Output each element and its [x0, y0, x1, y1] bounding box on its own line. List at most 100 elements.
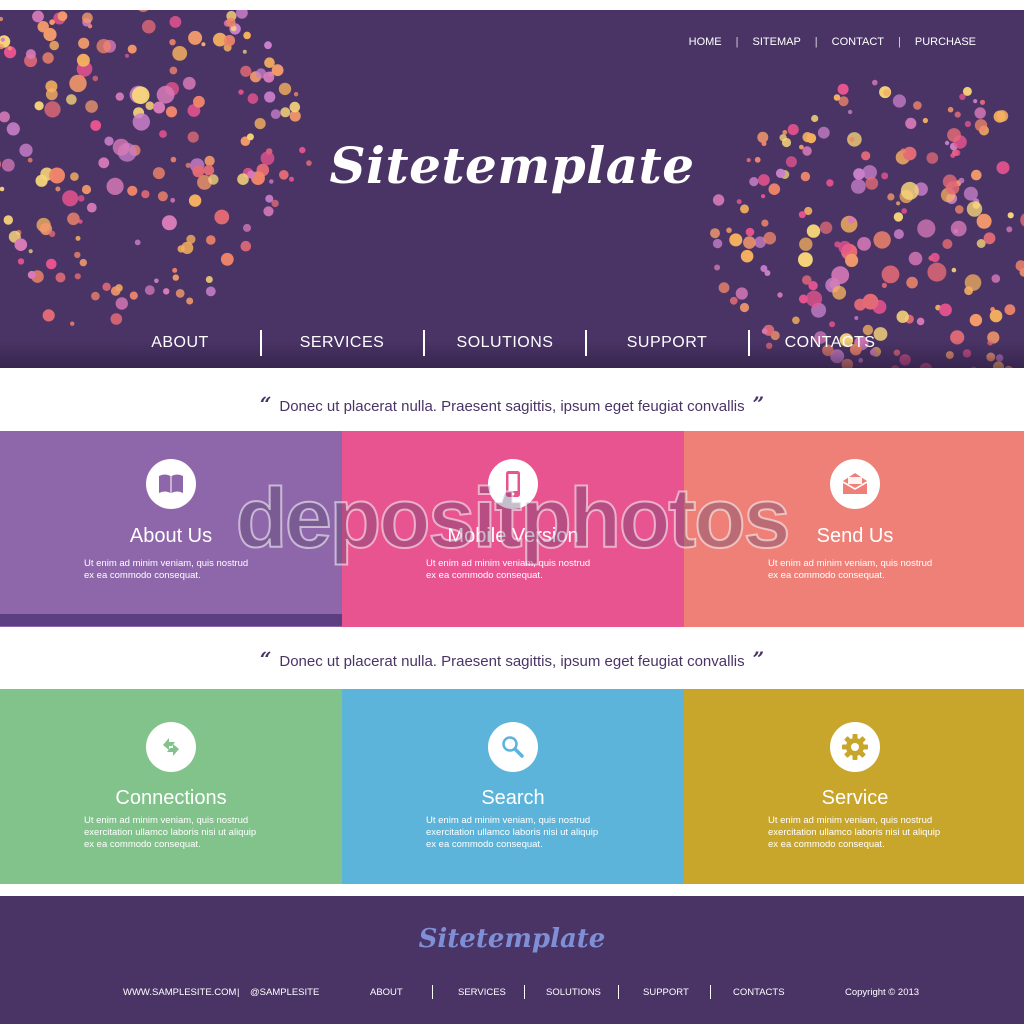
- decorative-dot: [79, 258, 88, 267]
- footer-nav-divider: [618, 985, 619, 999]
- feature-text-line: Ut enim ad minim veniam, quis nostrud: [768, 815, 933, 826]
- feature-tile-about-us[interactable]: About Us Ut enim ad minim veniam, quis n…: [0, 431, 342, 627]
- footer-nav-solutions[interactable]: SOLUTIONS: [546, 987, 601, 998]
- decorative-dot: [32, 10, 44, 23]
- nav-support[interactable]: SUPPORT: [587, 328, 747, 358]
- feature-text-line: ex ea commodo consequat.: [84, 570, 201, 581]
- decorative-dot: [829, 321, 836, 328]
- feature-title: Connections: [115, 787, 227, 809]
- decorative-dot: [127, 44, 137, 54]
- decorative-dot: [188, 194, 202, 207]
- decorative-dot: [777, 292, 783, 298]
- decorative-dot: [854, 316, 859, 320]
- decorative-dot: [969, 313, 983, 327]
- quote-close-mark: ”: [752, 647, 765, 671]
- decorative-dot: [243, 223, 251, 232]
- decorative-dot: [942, 239, 953, 249]
- decorative-dot: [833, 94, 841, 101]
- decorative-dot: [974, 107, 986, 119]
- decorative-dot: [205, 276, 213, 283]
- decorative-dot: [798, 211, 806, 219]
- nav-about[interactable]: ABOUT: [100, 328, 260, 358]
- decorative-dot: [906, 276, 918, 289]
- decorative-dot: [917, 219, 936, 238]
- decorative-dot: [7, 46, 12, 51]
- decorative-dot: [110, 313, 123, 325]
- decorative-dot: [740, 204, 749, 214]
- header: HOME | SITEMAP | CONTACT | PURCHASE Site…: [0, 10, 1024, 368]
- decorative-dot: [138, 10, 149, 12]
- quote-2: “ Donec ut placerat nulla. Praesent sagit…: [0, 647, 1024, 671]
- decorative-dot: [169, 39, 176, 46]
- top-nav-home[interactable]: HOME: [689, 36, 722, 48]
- magnifier-icon: [488, 722, 538, 772]
- feature-tile-service[interactable]: Service Ut enim ad minim veniam, quis no…: [684, 689, 1024, 884]
- footer-nav-divider: [524, 985, 525, 999]
- decorative-dot: [3, 215, 13, 225]
- decorative-dot: [714, 264, 721, 271]
- decorative-dot: [881, 282, 888, 288]
- decorative-dot: [280, 107, 291, 118]
- decorative-dot: [847, 109, 853, 115]
- feature-tile-mobile-version[interactable]: Mobile Version Ut enim ad minim veniam, …: [342, 431, 684, 627]
- decorative-dot: [735, 287, 748, 300]
- nav-solutions[interactable]: SOLUTIONS: [425, 328, 585, 358]
- decorative-dot: [78, 37, 90, 49]
- decorative-dot: [845, 253, 859, 267]
- sync-arrows-icon: [146, 722, 196, 772]
- feature-text: Ut enim ad minim veniam, quis nostrud ex…: [768, 815, 948, 851]
- feature-text: Ut enim ad minim veniam, quis nostrud ex…: [84, 815, 264, 851]
- tile-bottom-strip: [0, 614, 342, 626]
- decorative-dot: [172, 46, 188, 61]
- decorative-dot: [102, 282, 111, 291]
- top-nav-sitemap[interactable]: SITEMAP: [753, 36, 801, 48]
- decorative-dot: [838, 240, 852, 254]
- nav-services[interactable]: SERVICES: [262, 328, 422, 358]
- decorative-dot: [999, 112, 1005, 118]
- decorative-dot: [49, 19, 55, 25]
- decorative-dot: [939, 303, 952, 317]
- feature-text-line: Ut enim ad minim veniam, quis nostrud: [426, 815, 591, 826]
- decorative-dot: [740, 249, 754, 263]
- decorative-dot: [264, 57, 275, 68]
- top-nav-purchase[interactable]: PURCHASE: [915, 36, 976, 48]
- decorative-dot: [76, 53, 90, 67]
- decorative-dot: [165, 106, 178, 118]
- quote-1: “ Donec ut placerat nulla. Praesent sagit…: [0, 392, 1024, 416]
- top-nav-contact[interactable]: CONTACT: [832, 36, 884, 48]
- feature-tile-connections[interactable]: Connections Ut enim ad minim veniam, qui…: [0, 689, 342, 884]
- decorative-dot: [805, 290, 823, 307]
- footer-social-link[interactable]: @SAMPLESITE: [250, 987, 319, 998]
- decorative-dot: [17, 258, 25, 265]
- decorative-dot: [124, 53, 130, 58]
- decorative-dot: [893, 212, 904, 222]
- decorative-dot: [764, 270, 771, 276]
- decorative-dot: [79, 75, 84, 80]
- footer-logo[interactable]: Sitetemplate: [0, 924, 1024, 954]
- decorative-dot: [278, 82, 292, 96]
- feature-text-line: ex ea commodo consequat.: [426, 570, 543, 581]
- feature-tile-search[interactable]: Search Ut enim ad minim veniam, quis nos…: [342, 689, 684, 884]
- feature-text: Ut enim ad minim veniam, quis nostrud ex…: [768, 558, 948, 582]
- footer-nav-about[interactable]: ABOUT: [370, 987, 403, 998]
- decorative-dot: [947, 106, 954, 113]
- decorative-dot: [175, 289, 185, 298]
- footer-nav-support[interactable]: SUPPORT: [643, 987, 689, 998]
- decorative-dot: [186, 297, 194, 305]
- footer-nav-contacts[interactable]: CONTACTS: [733, 987, 785, 998]
- decorative-dot: [954, 111, 961, 118]
- footer-nav-services[interactable]: SERVICES: [458, 987, 506, 998]
- feature-title: Send Us: [816, 525, 894, 547]
- feature-text: Ut enim ad minim veniam, quis nostrud ex…: [426, 815, 606, 851]
- decorative-dot: [48, 230, 56, 237]
- decorative-dot: [14, 238, 28, 251]
- decorative-dot: [220, 252, 234, 266]
- decorative-dot: [729, 296, 738, 305]
- decorative-dot: [1020, 213, 1024, 227]
- decorative-dot: [922, 117, 929, 124]
- footer-website-link[interactable]: WWW.SAMPLESITE.COM: [123, 987, 236, 998]
- feature-tile-send-us[interactable]: Send Us Ut enim ad minim veniam, quis no…: [684, 431, 1024, 627]
- feature-text-line: ex ea commodo consequat.: [768, 570, 885, 581]
- site-logo[interactable]: Sitetemplate: [0, 136, 1024, 195]
- nav-contacts[interactable]: CONTACTS: [750, 328, 910, 358]
